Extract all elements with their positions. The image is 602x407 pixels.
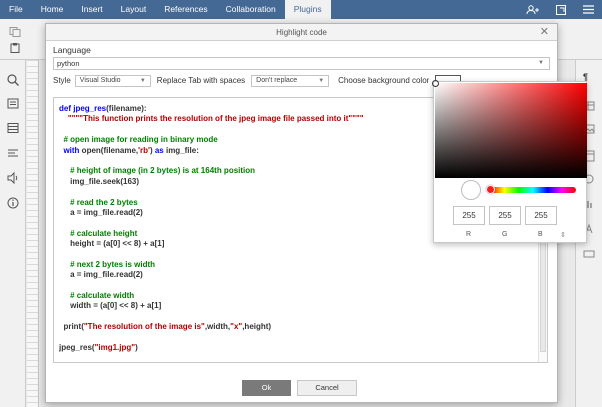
code-content: def jpeg_res(filename): """"This functio…	[59, 104, 364, 353]
open-location-icon[interactable]	[556, 4, 567, 15]
style-label: Style	[53, 76, 71, 85]
code-line: width = (a[0] << 8) + a[1]	[59, 301, 162, 311]
language-value: python	[57, 59, 80, 68]
tab-collaboration[interactable]: Collaboration	[217, 0, 285, 19]
comment-icon[interactable]	[6, 97, 20, 111]
close-icon[interactable]: ✕	[540, 24, 549, 41]
code-line: print("The resolution of the image is",w…	[59, 322, 272, 332]
hue-handle[interactable]	[486, 185, 495, 194]
align-icon[interactable]	[6, 146, 20, 160]
code-line: # calculate width	[59, 291, 135, 301]
replace-tab-label: Replace Tab with spaces	[156, 76, 246, 85]
cancel-button[interactable]: Cancel	[297, 380, 357, 396]
speaker-icon[interactable]	[6, 171, 20, 185]
green-label: G	[502, 231, 508, 238]
tab-insert[interactable]: Insert	[72, 0, 111, 19]
code-line: # height of image (in 2 bytes) is at 164…	[59, 166, 256, 176]
chevron-down-icon: ▼	[139, 77, 146, 84]
red-label: R	[466, 231, 472, 238]
table-icon[interactable]	[6, 121, 20, 135]
background-color-label: Choose background color	[338, 76, 430, 85]
paste-icon[interactable]	[9, 43, 21, 53]
code-line: jpeg_res("img1.jpg")	[59, 342, 138, 352]
tab-file[interactable]: File	[0, 0, 32, 19]
menu-right-icons	[526, 0, 594, 19]
code-line: # calculate height	[59, 228, 138, 238]
copy-icon[interactable]	[9, 27, 21, 37]
code-line: img_file.seek(163)	[59, 176, 140, 186]
code-line: # read the 2 bytes	[59, 197, 138, 207]
dialog-title: Highlight code	[276, 28, 327, 37]
code-line: a = img_file.read(2)	[59, 270, 143, 280]
sv-handle[interactable]	[432, 80, 439, 87]
language-select[interactable]: python ▼	[53, 57, 550, 70]
saturation-value-area[interactable]	[432, 80, 587, 178]
vertical-ruler	[27, 60, 39, 407]
code-line: """"This function prints the resolution …	[59, 114, 364, 124]
signature-settings-icon[interactable]	[583, 248, 595, 260]
language-label: Language	[53, 45, 91, 55]
blue-input[interactable]: 255	[525, 206, 557, 225]
code-line: a = img_file.read(2)	[59, 207, 143, 217]
code-line: with open(filename,'rb') as img_file:	[59, 145, 199, 155]
menu-bar: File Home Insert Layout References Colla…	[0, 0, 602, 19]
info-icon[interactable]	[6, 196, 20, 210]
tab-home[interactable]: Home	[32, 0, 73, 19]
replace-tab-value: Don't replace	[256, 76, 298, 84]
spinner-icon[interactable]: ⇕	[560, 231, 566, 239]
search-icon[interactable]	[6, 73, 20, 87]
dialog-header: Highlight code ✕	[46, 24, 557, 41]
style-select[interactable]: Visual Studio ▼	[74, 74, 151, 87]
add-user-icon[interactable]	[526, 4, 540, 15]
menu-icon[interactable]	[583, 5, 594, 14]
code-line: # next 2 bytes is width	[59, 259, 156, 269]
green-input[interactable]: 255	[489, 206, 521, 225]
chevron-down-icon: ▼	[538, 60, 544, 66]
blue-label: B	[538, 231, 543, 238]
code-line: def jpeg_res(filename):	[59, 104, 147, 113]
red-input[interactable]: 255	[453, 206, 485, 225]
left-sidebar	[0, 60, 26, 407]
ok-button[interactable]: Ok	[242, 380, 291, 396]
tab-layout[interactable]: Layout	[112, 0, 156, 19]
hue-slider[interactable]	[490, 187, 576, 193]
style-value: Visual Studio	[79, 76, 121, 84]
color-picker: 255 255 255 R G B ⇕	[432, 80, 587, 243]
code-line: height = (a[0] << 8) + a[1]	[59, 239, 165, 249]
chevron-down-icon: ▼	[318, 77, 325, 84]
replace-tab-select[interactable]: Don't replace ▼	[251, 74, 330, 87]
tab-plugins[interactable]: Plugins	[284, 0, 331, 19]
code-line: # open image for reading in binary mode	[59, 135, 218, 145]
color-preview	[461, 180, 481, 200]
tab-references[interactable]: References	[155, 0, 216, 19]
